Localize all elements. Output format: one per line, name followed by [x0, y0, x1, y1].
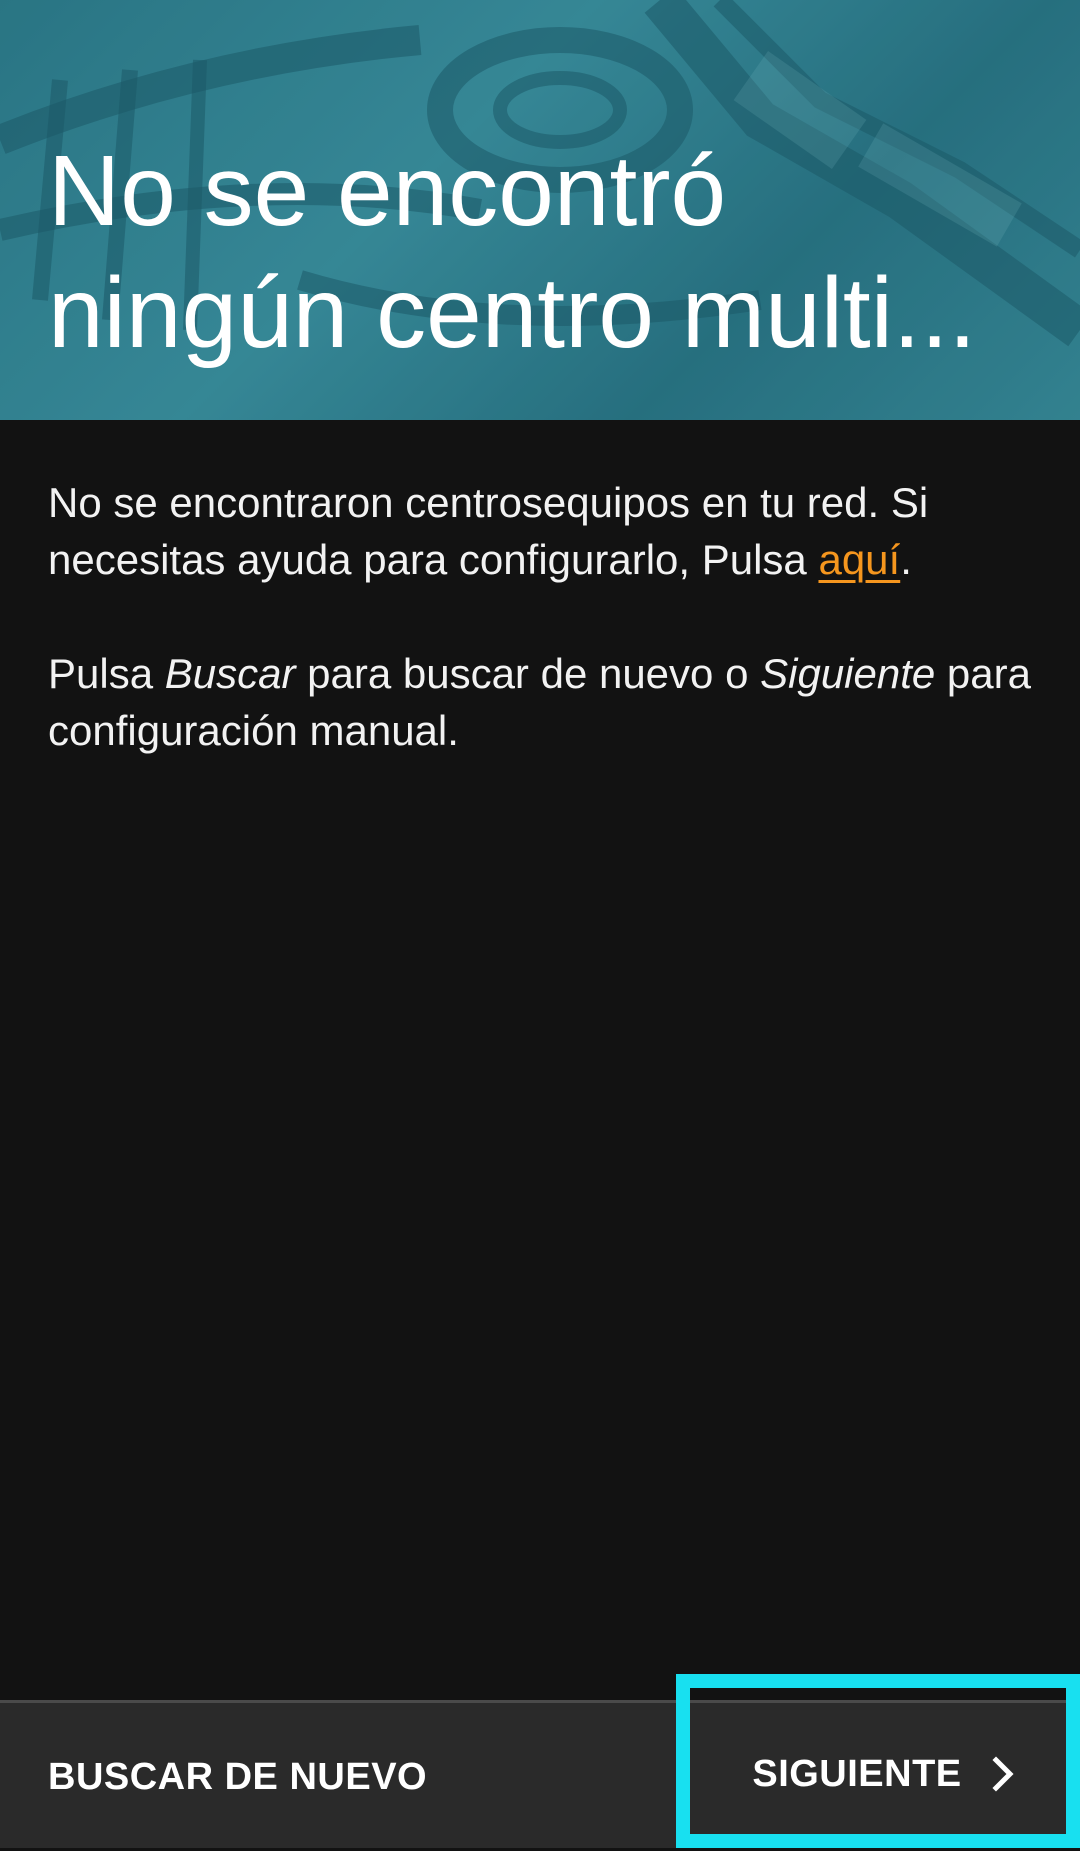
- no-hubs-period: .: [900, 536, 912, 583]
- instr-buscar: Buscar: [164, 650, 296, 697]
- title-line-2: ningún centro multi...: [48, 257, 977, 369]
- instr-siguiente: Siguiente: [760, 650, 936, 697]
- instr-part-b: para buscar de nuevo o: [295, 650, 761, 697]
- instructions-message: Pulsa Buscar para buscar de nuevo o Sigu…: [48, 645, 1038, 759]
- search-again-button[interactable]: BUSCAR DE NUEVO: [48, 1703, 608, 1851]
- help-link[interactable]: aquí: [818, 536, 900, 583]
- message-body: No se encontraron centrosequipos en tu r…: [48, 474, 1038, 759]
- instr-part-a: Pulsa: [48, 650, 165, 697]
- no-hubs-text: No se encontraron centrosequipos en tu r…: [48, 479, 929, 583]
- title-line-1: No se encontró: [48, 135, 727, 247]
- search-again-label: BUSCAR DE NUEVO: [48, 1755, 428, 1798]
- no-hubs-message: No se encontraron centrosequipos en tu r…: [48, 474, 1038, 588]
- page-title: No se encontró ningún centro multi...: [48, 130, 1048, 374]
- next-button[interactable]: SIGUIENTE: [690, 1700, 1066, 1848]
- header-banner: No se encontró ningún centro multi...: [0, 0, 1080, 420]
- next-label: SIGUIENTE: [752, 1752, 962, 1795]
- chevron-right-icon: [992, 1756, 1014, 1792]
